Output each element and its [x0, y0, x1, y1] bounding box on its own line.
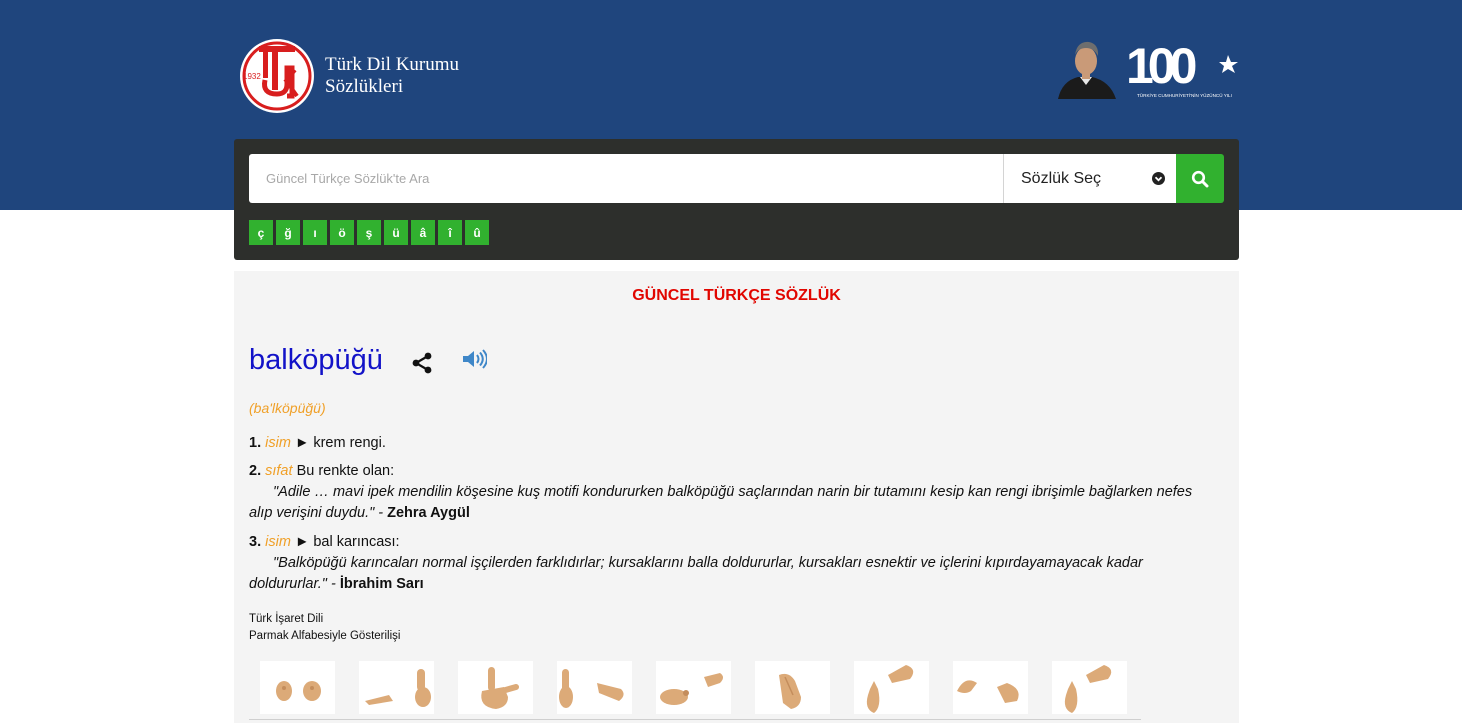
quote-dash: -	[374, 505, 388, 521]
meaning-1: 1. isim ► krem rengi.	[249, 433, 1209, 454]
search-button[interactable]	[1176, 154, 1224, 203]
dictionary-entry-panel: GÜNCEL TÜRKÇE SÖZLÜK balköpüğü (ba'lköpü…	[234, 271, 1239, 723]
ataturk-portrait-icon	[1058, 41, 1116, 99]
char-button-u-umlaut[interactable]: ü	[384, 220, 408, 245]
centennial-100-icon: 100 TÜRKİYE CUMHURİYETİ'NİN YÜZÜNCÜ YILI	[1126, 38, 1238, 98]
tdk-logo-icon[interactable]: 1932	[239, 38, 315, 114]
part-of-speech[interactable]: sıfat	[265, 463, 292, 479]
centennial-number: 100	[1126, 38, 1196, 94]
arrow-icon: ►	[294, 534, 310, 550]
speaker-icon[interactable]	[461, 348, 487, 370]
hand-sign-icon	[660, 673, 723, 705]
fingerspelling-card	[260, 661, 335, 714]
meaning-number: 1.	[249, 435, 262, 451]
dictionary-select-label: Sözlük Seç	[1021, 169, 1102, 187]
meaning-text: Bu renkte olan:	[296, 463, 395, 479]
meaning-3: 3. isim ► bal karıncası: "Balköpüğü karı…	[249, 532, 1209, 595]
brand-line-1: Türk Dil Kurumu	[325, 54, 460, 75]
hand-sign-icon	[276, 681, 321, 701]
chevron-down-icon	[1152, 172, 1165, 185]
share-icon[interactable]	[410, 351, 434, 375]
char-button-o-umlaut[interactable]: ö	[330, 220, 354, 245]
hand-sign-icon	[365, 669, 431, 707]
fingerspelling-card	[755, 661, 830, 714]
example-quote: "Adile … mavi ipek mendilin köşesine kuş…	[249, 484, 1192, 521]
divider	[249, 719, 1141, 720]
part-of-speech[interactable]: isim	[265, 435, 291, 451]
fingerspelling-card	[854, 661, 929, 714]
sign-language-line-1: Türk İşaret Dili	[249, 613, 324, 625]
arrow-icon: ►	[294, 435, 310, 451]
headword: balköpüğü	[249, 344, 383, 376]
sign-language-caption: Türk İşaret Dili Parmak Alfabesiyle Göst…	[249, 611, 400, 645]
centennial-caption: TÜRKİYE CUMHURİYETİ'NİN YÜZÜNCÜ YILI	[1137, 92, 1232, 98]
hand-sign-icon	[481, 667, 519, 709]
search-icon	[1191, 170, 1209, 187]
hand-sign-icon	[866, 665, 914, 713]
fingerspelling-row	[260, 661, 1127, 714]
fingerspelling-card	[557, 661, 632, 714]
meaning-text: bal karıncası:	[313, 534, 400, 550]
char-button-i-circumflex[interactable]: î	[438, 220, 462, 245]
fingerspelling-card	[359, 661, 434, 714]
dictionary-select[interactable]: Sözlük Seç	[1003, 154, 1176, 203]
fingerspelling-card	[656, 661, 731, 714]
meaning-number: 2.	[249, 463, 262, 479]
char-button-c-cedilla[interactable]: ç	[249, 220, 273, 245]
special-char-row: ç ğ ı ö ş ü â î û	[249, 220, 489, 245]
pronunciation: (ba'lköpüğü)	[249, 400, 326, 416]
quote-author[interactable]: İbrahim Sarı	[340, 576, 424, 592]
fingerspelling-card	[953, 661, 1028, 714]
search-input[interactable]	[249, 154, 1004, 203]
logo-year: 1932	[243, 72, 261, 81]
brand-line-2: Sözlükleri	[325, 76, 404, 97]
meaning-number: 3.	[249, 534, 262, 550]
sign-language-line-2: Parmak Alfabesiyle Gösterilişi	[249, 630, 401, 642]
char-button-u-circumflex[interactable]: û	[465, 220, 489, 245]
meaning-2: 2. sıfat Bu renkte olan: "Adile … mavi i…	[249, 461, 1209, 524]
hand-sign-icon	[957, 680, 1019, 703]
hand-sign-icon	[559, 669, 624, 708]
hand-sign-icon	[1064, 665, 1112, 713]
part-of-speech[interactable]: isim	[265, 534, 291, 550]
dictionary-title: GÜNCEL TÜRKÇE SÖZLÜK	[632, 287, 841, 304]
brand-title[interactable]: Türk Dil Kurumu Sözlükleri	[325, 54, 459, 98]
quote-author[interactable]: Zehra Aygül	[387, 505, 470, 521]
char-button-g-breve[interactable]: ğ	[276, 220, 300, 245]
char-button-dotless-i[interactable]: ı	[303, 220, 327, 245]
quote-dash: -	[326, 576, 340, 592]
fingerspelling-card	[458, 661, 533, 714]
meaning-text: krem rengi.	[313, 435, 386, 451]
search-panel: Sözlük Seç ç ğ ı ö ş ü â î û	[234, 139, 1239, 260]
char-button-s-cedilla[interactable]: ş	[357, 220, 381, 245]
fingerspelling-card	[1052, 661, 1127, 714]
char-button-a-circumflex[interactable]: â	[411, 220, 435, 245]
hand-sign-icon	[779, 673, 801, 709]
example-quote: "Balköpüğü karıncaları normal işçilerden…	[249, 555, 1143, 592]
